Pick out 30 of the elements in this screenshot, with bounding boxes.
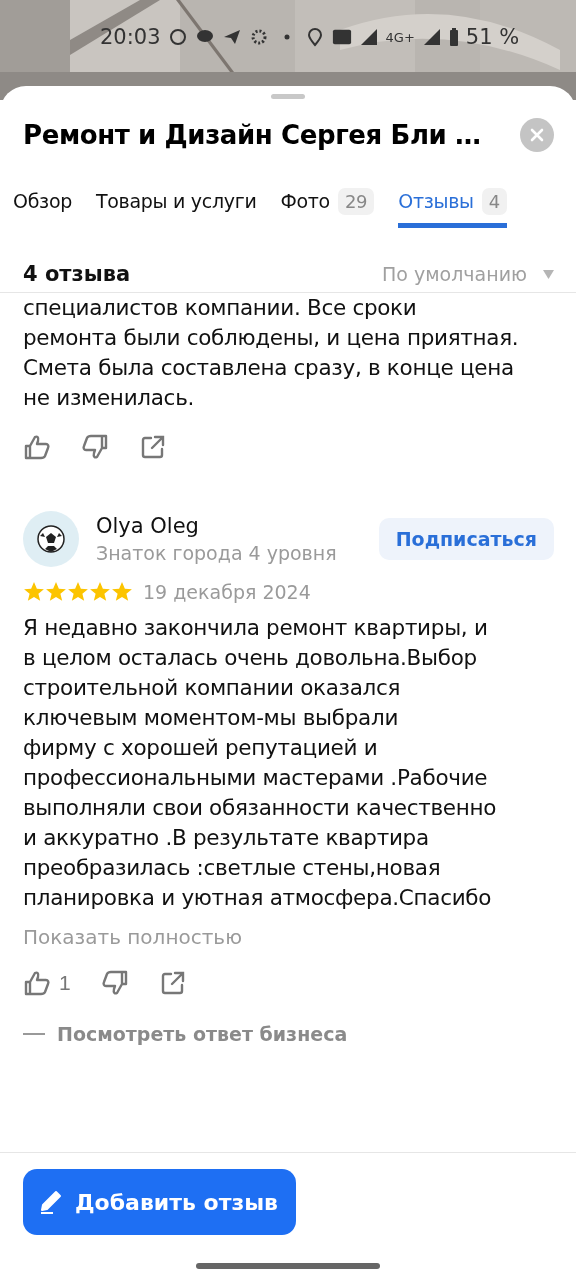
avatar <box>23 511 79 567</box>
dislike-button[interactable] <box>100 969 129 997</box>
review-date: 19 декабря 2024 <box>143 581 311 603</box>
author-level: Знаток города 4 уровня <box>96 542 338 564</box>
sort-dropdown[interactable]: По умолчанию <box>382 263 554 285</box>
add-review-button[interactable]: Добавить отзыв <box>23 1169 297 1235</box>
tab[interactable]: Фото 29 <box>280 187 375 228</box>
battery-percent: 51 % <box>465 25 520 49</box>
like-button[interactable] <box>23 433 51 461</box>
review-text: специалистов компании. Все сроки ремонта были соблюдены, и цена приятная. Смета была составлена сразу, в конце цена не изменилась. <box>23 294 520 412</box>
business-reply-link[interactable]: Посмотреть ответ бизнеса <box>23 1023 554 1045</box>
caret-icon <box>543 269 554 279</box>
close-icon <box>530 128 544 142</box>
reviews-count: 4 отзыва <box>23 262 131 286</box>
clock: 20:03 <box>100 25 161 49</box>
author-name: Olya Oleg <box>96 514 200 538</box>
tab[interactable]: Обзор <box>13 187 72 228</box>
sheet-title: Ремонт и Дизайн Сергея Бли … <box>23 120 481 150</box>
review-text: Я недавно закончила ремонт квартиры, и в целом осталась очень довольна.Выбор строительной компании оказался ключевым моментом-мы выбрали фирму с хорошей репутацией и профессиональными мастерами .Рабочие выполняли свои обязанности качественно и аккуратно .В результате квартира преобразилась :светлые стены,новая планировка и уютная атмосфера.Спасибо <box>23 614 498 912</box>
tab[interactable]: Товары и услуги <box>95 187 257 228</box>
subscribe-button[interactable]: Подписаться <box>378 518 554 560</box>
dislike-button[interactable] <box>81 433 109 461</box>
battery-icon <box>448 27 459 47</box>
dot-icon <box>283 34 290 40</box>
drag-handle[interactable] <box>271 94 305 99</box>
network-label: 4G+ <box>385 29 415 45</box>
share-button[interactable] <box>139 433 167 461</box>
like-button[interactable]: 1 <box>23 969 71 997</box>
show-more-link[interactable]: Показать полностью <box>23 925 554 949</box>
tab[interactable]: Отзывы 4 <box>398 187 507 228</box>
